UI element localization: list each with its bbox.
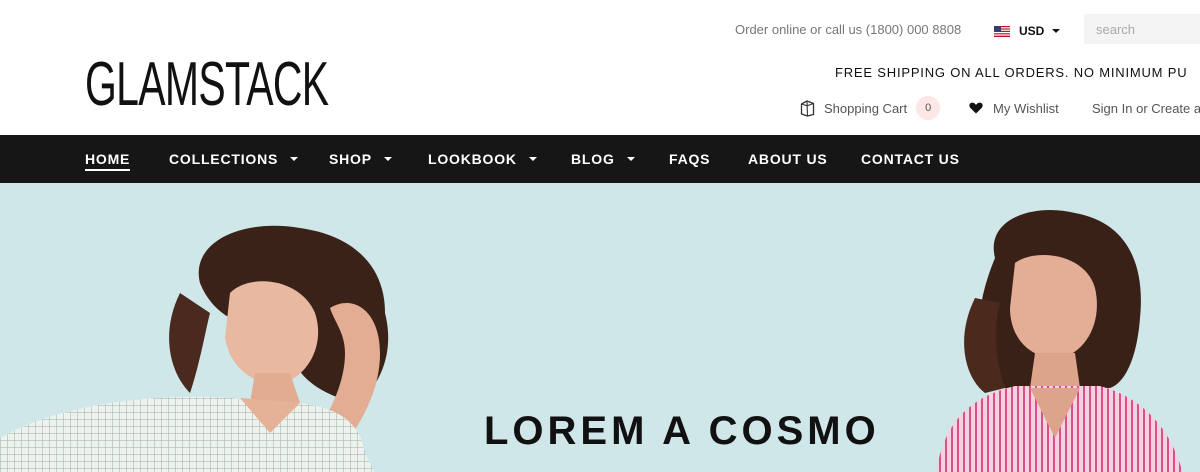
chevron-down-icon	[1052, 29, 1061, 33]
chevron-down-icon	[383, 157, 392, 161]
nav-label: BLOG	[571, 151, 615, 167]
nav-item-shop[interactable]: SHOP	[329, 135, 392, 183]
currency-selector[interactable]: USD	[994, 22, 1061, 40]
hero-title: LOREM A COSMO	[484, 409, 880, 453]
nav-label: SHOP	[329, 151, 372, 167]
chevron-down-icon	[626, 157, 635, 161]
nav-item-home[interactable]: HOME	[85, 135, 131, 183]
hero-banner[interactable]: LOREM A COSMO	[0, 183, 1200, 472]
order-phone-text: Order online or call us (1800) 000 8808	[735, 22, 962, 37]
nav-label: COLLECTIONS	[169, 151, 279, 167]
nav-label: LOOKBOOK	[428, 151, 517, 167]
cart-count-badge: 0	[916, 96, 941, 120]
heart-icon	[969, 102, 983, 114]
search-input[interactable]	[1084, 14, 1200, 44]
free-shipping-banner: FREE SHIPPING ON ALL ORDERS. NO MINIMUM …	[835, 65, 1188, 80]
nav-item-about-us[interactable]: ABOUT US	[748, 135, 828, 183]
nav-item-faqs[interactable]: FAQS	[669, 135, 710, 183]
sign-in-link[interactable]: Sign In or Create a	[1092, 96, 1200, 120]
nav-label: FAQS	[669, 151, 711, 167]
wishlist-link[interactable]: My Wishlist	[969, 96, 1059, 120]
nav-item-collections[interactable]: COLLECTIONS	[169, 135, 299, 183]
currency-label: USD	[1019, 24, 1045, 38]
hero-model-left-image	[0, 225, 389, 472]
shopping-cart-link[interactable]: Shopping Cart 0	[800, 96, 941, 120]
chevron-down-icon	[290, 157, 299, 161]
nav-label: ABOUT US	[748, 151, 828, 167]
wishlist-label: My Wishlist	[993, 100, 1059, 116]
shopping-bag-icon	[800, 100, 815, 117]
main-nav: HOME COLLECTIONS SHOP LOOKBOOK BLOG FAQS…	[0, 135, 1200, 183]
cart-label: Shopping Cart	[824, 100, 908, 116]
brand-logo[interactable]: GLAMSTACK	[85, 52, 329, 118]
nav-item-contact-us[interactable]: CONTACT US	[861, 135, 960, 183]
hero-model-right-image	[936, 210, 1183, 472]
nav-label: HOME	[85, 151, 131, 171]
nav-item-lookbook[interactable]: LOOKBOOK	[428, 135, 537, 183]
nav-label: CONTACT US	[861, 151, 960, 167]
chevron-down-icon	[528, 157, 537, 161]
site-header: GLAMSTACK Order online or call us (1800)…	[0, 0, 1200, 135]
us-flag-icon	[994, 25, 1010, 37]
nav-item-blog[interactable]: BLOG	[571, 135, 635, 183]
